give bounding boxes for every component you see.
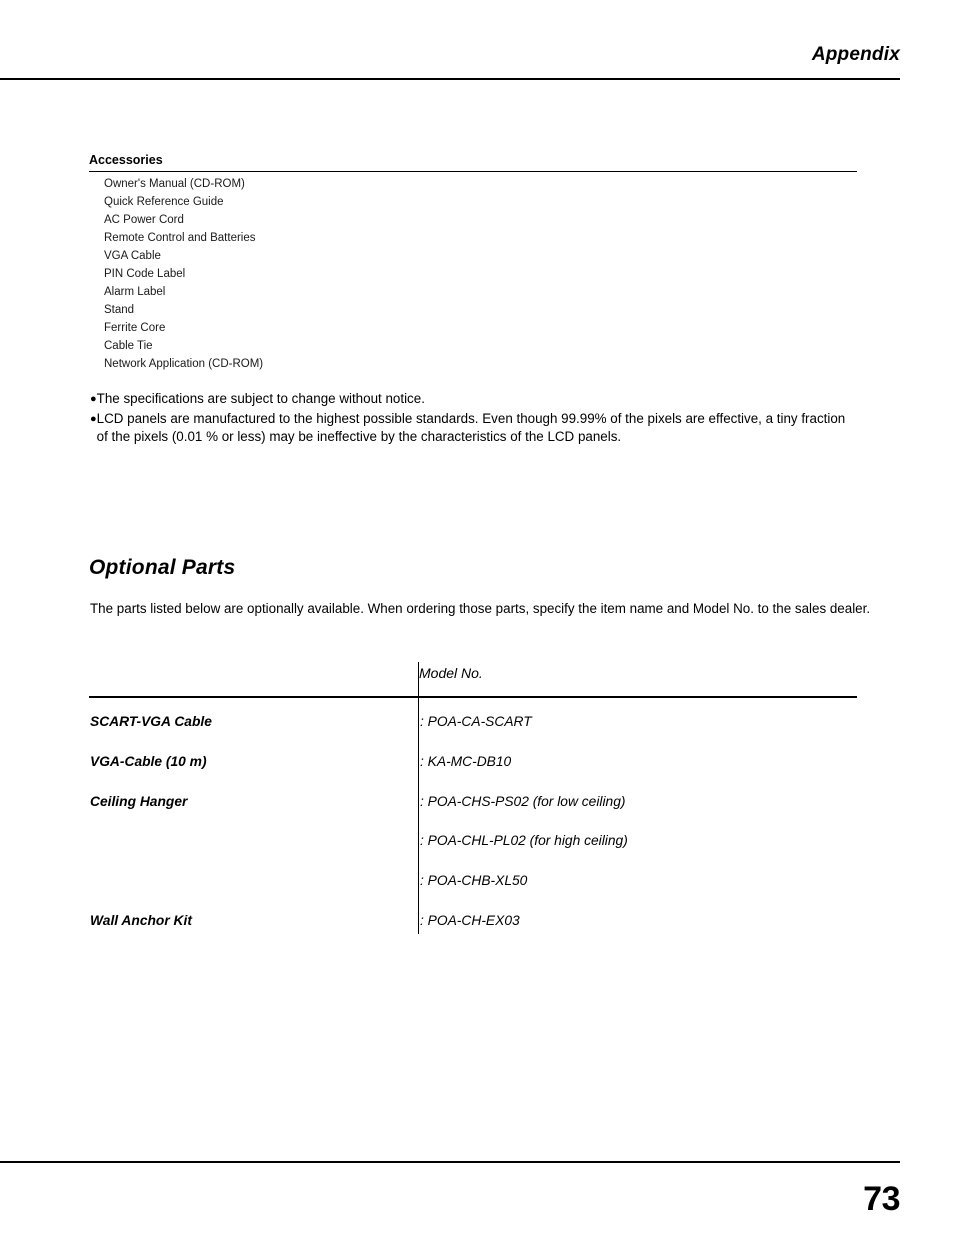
list-item: AC Power Cord xyxy=(104,214,184,226)
page-header-title: Appendix xyxy=(811,44,900,65)
accessories-list: Owner's Manual (CD-ROM) Quick Reference … xyxy=(104,175,704,373)
list-item: Quick Reference Guide xyxy=(104,196,224,208)
optional-parts-title: Optional Parts xyxy=(89,556,236,579)
footer-divider xyxy=(0,1161,900,1163)
part-model-no: : POA-CHL-PL02 (for high ceiling) xyxy=(420,833,628,849)
bullet-icon: ● xyxy=(90,393,97,405)
part-name: Wall Anchor Kit xyxy=(90,912,192,928)
optional-parts-intro: The parts listed below are optionally av… xyxy=(90,601,871,616)
specification-notes: ● The specifications are subject to chan… xyxy=(90,390,850,448)
part-model-no: : KA-MC-DB10 xyxy=(420,753,512,769)
document-page: Appendix Accessories Owner's Manual (CD-… xyxy=(0,0,954,1235)
table-header-divider xyxy=(89,696,857,698)
part-name: SCART-VGA Cable xyxy=(90,714,212,729)
list-item: Owner's Manual (CD-ROM) xyxy=(104,178,245,190)
table-row: Wall Anchor Kit : POA-CH-EX03 xyxy=(89,905,857,945)
list-item: Remote Control and Batteries xyxy=(104,232,256,244)
list-item: VGA Cable xyxy=(104,250,161,262)
list-item: Ferrite Core xyxy=(104,322,166,334)
note-text: The specifications are subject to change… xyxy=(96,391,425,406)
table-row: : POA-CHL-PL02 (for high ceiling) xyxy=(89,825,857,865)
header-divider xyxy=(0,78,900,80)
part-name: Ceiling Hanger xyxy=(90,793,188,809)
note-item: ● The specifications are subject to chan… xyxy=(90,390,850,409)
list-item: Network Application (CD-ROM) xyxy=(104,358,264,370)
table-row: : POA-CHB-XL50 xyxy=(89,865,857,905)
note-item: ● LCD panels are manufactured to the hig… xyxy=(90,410,850,447)
accessories-heading: Accessories xyxy=(89,153,163,167)
part-model-no: : POA-CHB-XL50 xyxy=(420,873,528,889)
part-model-no: : POA-CHS-PS02 (for low ceiling) xyxy=(420,793,626,809)
part-model-no: : POA-CA-SCART xyxy=(420,714,532,729)
table-row: Ceiling Hanger : POA-CHS-PS02 (for low c… xyxy=(89,786,857,826)
list-item: PIN Code Label xyxy=(104,268,186,280)
table-row: VGA-Cable (10 m) : KA-MC-DB10 xyxy=(89,746,857,786)
table-column-header-model-no: Model No. xyxy=(419,665,483,681)
page-number: 73 xyxy=(863,1180,900,1218)
accessories-divider xyxy=(89,171,857,172)
list-item: Stand xyxy=(104,304,135,316)
list-item: Cable Tie xyxy=(104,340,153,352)
part-name: VGA-Cable (10 m) xyxy=(90,753,207,769)
table-row: SCART-VGA Cable : POA-CA-SCART xyxy=(89,706,857,746)
table-body: SCART-VGA Cable : POA-CA-SCART VGA-Cable… xyxy=(89,706,857,945)
note-text: LCD panels are manufactured to the highe… xyxy=(96,410,846,445)
list-item: Alarm Label xyxy=(104,286,166,298)
bullet-icon: ● xyxy=(90,412,97,425)
part-model-no: : POA-CH-EX03 xyxy=(420,912,520,928)
